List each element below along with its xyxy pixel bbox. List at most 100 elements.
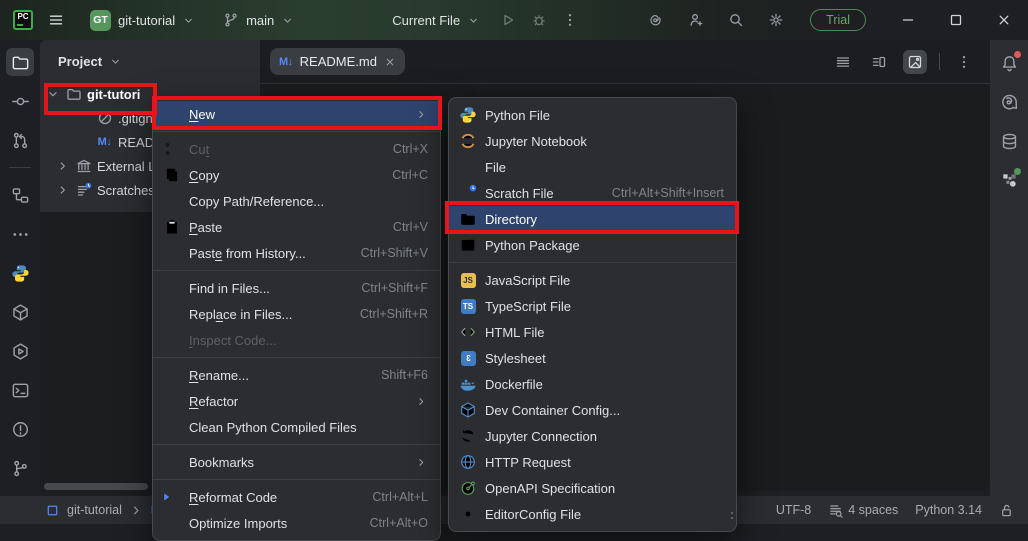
tool-terminal[interactable] [6,376,34,404]
menu-item-optimize-imports[interactable]: Optimize Imports Ctrl+Alt+O [153,510,440,536]
tool-notifications[interactable] [995,49,1023,77]
python-icon [11,264,30,283]
python-icon [459,107,477,123]
menu-item-copy-path-reference[interactable]: Copy Path/Reference... [153,188,440,214]
split-view-icon[interactable] [867,50,891,74]
menu-item-replace-in-files[interactable]: Replace in Files... Ctrl+Shift+R [153,301,440,327]
submenu-arrow-icon [415,108,428,121]
chevron-right-icon[interactable] [56,183,70,197]
menu-item-dockerfile[interactable]: Dockerfile [449,371,736,397]
menu-item-jupyter-connection[interactable]: Jupyter Connection [449,423,736,449]
menu-item-editorconfig-file[interactable]: EditorConfig File [449,501,736,527]
menu-item-openapi-specification[interactable]: OpenAPI Specification [449,475,736,501]
menu-item-shortcut: Ctrl+V [392,220,428,234]
tool-services[interactable] [6,337,34,365]
submenu-arrow-icon [415,456,428,469]
ai-assistant-icon[interactable] [648,12,664,28]
menu-item-paste[interactable]: Paste Ctrl+V [153,214,440,240]
chevron-down-icon [182,14,195,27]
menu-item-python-file[interactable]: Python File [449,102,736,128]
menu-item-label: Reformat Code [189,489,278,505]
menu-item-directory[interactable]: Directory [449,206,736,232]
docker-icon [459,376,477,392]
menu-item-rename[interactable]: Rename... Shift+F6 [153,362,440,388]
menu-icon-gutter [163,245,181,261]
menu-item-clean-python-compiled-files[interactable]: Clean Python Compiled Files [153,414,440,440]
menu-item-copy[interactable]: Copy Ctrl+C [153,162,440,188]
tool-structure[interactable] [6,181,34,209]
project-selector[interactable]: GT git-tutorial [84,6,201,35]
menu-item-reformat-code[interactable]: Reformat Code Ctrl+Alt+L [153,484,440,510]
tab-close-icon[interactable] [384,56,396,68]
project-panel-header[interactable]: Project [40,40,260,82]
tool-version-control[interactable] [6,454,34,482]
html-tags-icon [459,324,477,340]
debug-button[interactable] [531,12,547,28]
search-everywhere-icon[interactable] [728,12,744,28]
menu-item-label: Scratch File [485,185,554,201]
menu-item-dev-container-config[interactable]: Dev Container Config... [449,397,736,423]
menu-item-find-in-files[interactable]: Find in Files... Ctrl+Shift+F [153,275,440,301]
menu-item-bookmarks[interactable]: Bookmarks [153,449,440,475]
menu-item-label: Paste [189,219,223,235]
menu-item-paste-from-history[interactable]: Paste from History... Ctrl+Shift+V [153,240,440,266]
menu-item-typescript-file[interactable]: TS TypeScript File [449,293,736,319]
code-with-me-icon[interactable] [688,12,704,28]
menu-item-label: Optimize Imports [189,515,288,531]
horizontal-scrollbar[interactable] [44,483,148,490]
menu-item-label: Jupyter Notebook [485,133,587,149]
tool-project[interactable] [6,48,34,76]
tool-python-packages[interactable] [6,298,34,326]
menu-item-http-request[interactable]: HTTP Request [449,449,736,475]
menu-icon-gutter [163,332,181,348]
cube-icon [459,402,477,418]
menu-divider [153,357,440,358]
interpreter-indicator[interactable]: Python 3.14 [915,503,982,517]
menu-item-label: Copy Path/Reference... [189,193,325,209]
close-button[interactable] [980,0,1028,40]
branch-selector[interactable]: main [217,8,300,32]
preview-view-icon[interactable] [903,49,927,74]
indent-indicator[interactable]: 4 spaces [828,503,898,518]
more-actions-icon[interactable] [562,12,578,28]
settings-icon[interactable] [768,12,784,28]
pycharm-logo-icon: PC [13,10,33,30]
tree-item-label: External L [97,158,156,174]
tool-plugins[interactable] [995,166,1023,194]
chevron-down-icon[interactable] [46,87,60,101]
menu-item-html-file[interactable]: HTML File [449,319,736,345]
menu-item-scratch-file[interactable]: Scratch File Ctrl+Alt+Shift+Insert [449,180,736,206]
problems-icon [11,420,30,439]
breadcrumb-project[interactable]: git-tutorial [67,503,122,517]
tool-pull-requests[interactable] [6,126,34,154]
menu-item-stylesheet[interactable]: 3 Stylesheet [449,345,736,371]
menu-item-python-package[interactable]: Python Package [449,232,736,258]
tool-database[interactable] [995,127,1023,155]
commit-icon [11,92,30,111]
chevron-right-icon[interactable] [56,159,70,173]
maximize-button[interactable] [932,0,980,40]
menu-item-javascript-file[interactable]: JS JavaScript File [449,267,736,293]
unlock-icon[interactable] [999,503,1014,518]
run-config-selector[interactable]: Current File [386,9,486,32]
menu-item-label: OpenAPI Specification [485,480,616,496]
pkg-icon [459,237,477,253]
menu-item-file[interactable]: File [449,154,736,180]
tool-commit[interactable] [6,87,34,115]
tool-problems[interactable] [6,415,34,443]
menu-item-refactor[interactable]: Refactor [153,388,440,414]
minimize-button[interactable] [884,0,932,40]
menu-item-label: Stylesheet [485,350,546,366]
editor-more-icon[interactable] [952,50,976,74]
tab-readme[interactable]: M↓ README.md [270,48,405,75]
menu-item-new[interactable]: New [153,101,440,127]
menu-item-jupyter-notebook[interactable]: Jupyter Notebook [449,128,736,154]
tool-ai-assistant[interactable] [995,88,1023,116]
run-button[interactable] [500,12,516,28]
trial-badge[interactable]: Trial [810,9,866,31]
tool-python-console[interactable] [6,259,34,287]
tool-more-tools[interactable] [6,220,34,248]
encoding-indicator[interactable]: UTF-8 [776,503,811,517]
main-menu-icon[interactable] [42,8,70,32]
editor-view-icon[interactable] [831,50,855,74]
